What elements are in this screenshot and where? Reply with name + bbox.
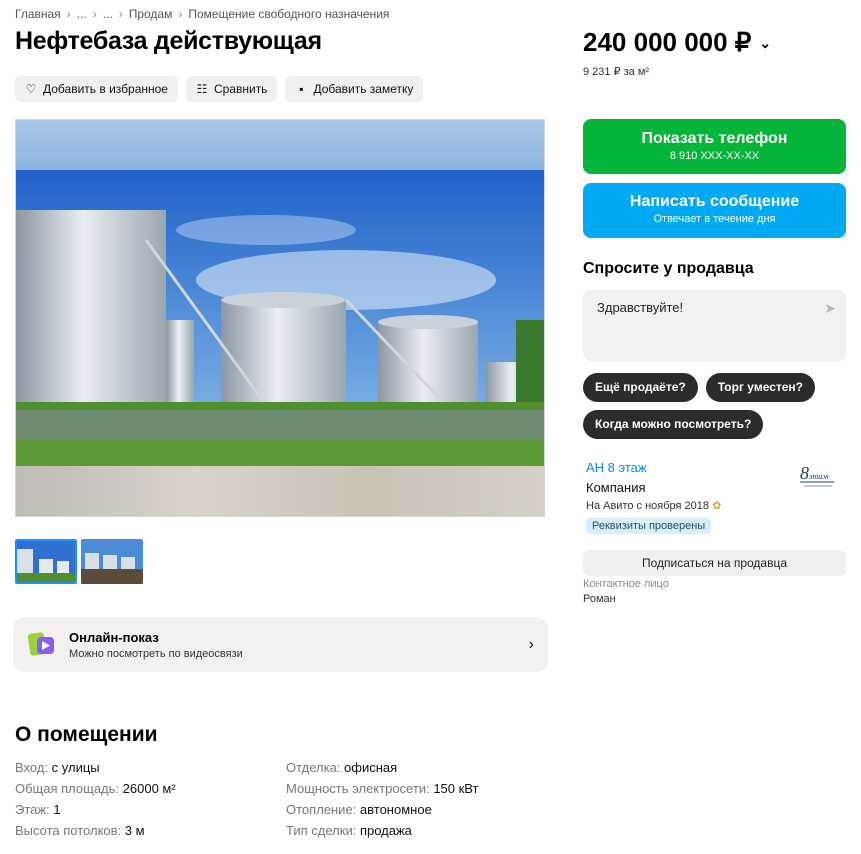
- breadcrumb-item[interactable]: Помещение свободного назначения: [188, 7, 389, 21]
- subscribe-seller-button[interactable]: Подписаться на продавца: [583, 550, 846, 576]
- photo-bottom-band: [16, 466, 544, 516]
- message-input[interactable]: Здравствуйте! ➤: [583, 290, 846, 361]
- property-item: Вход: с улицы: [15, 760, 286, 775]
- quick-question-chip[interactable]: Ещё продаёте?: [583, 373, 698, 402]
- breadcrumb-item[interactable]: Продам: [129, 7, 173, 21]
- property-key: Отопление:: [286, 802, 357, 817]
- message-text: Здравствуйте!: [597, 300, 684, 315]
- svg-text:этаж: этаж: [809, 472, 830, 481]
- seller-since-text: На Авито с ноября 2018: [586, 500, 710, 512]
- property-value: автономное: [359, 802, 432, 817]
- compare-button[interactable]: ☷ Сравнить: [185, 76, 278, 102]
- property-item: Общая площадь: 26000 м²: [15, 781, 286, 796]
- note-icon: ▪: [299, 82, 304, 96]
- property-value: с улицы: [51, 760, 100, 775]
- seller-logo[interactable]: 8 этаж: [798, 462, 838, 490]
- photo-top-band: [16, 120, 544, 170]
- property-key: Вход:: [15, 760, 49, 775]
- thumbnail[interactable]: [81, 539, 143, 584]
- show-phone-label: Показать телефон: [641, 130, 788, 147]
- property-item: Мощность электросети: 150 кВт: [286, 781, 555, 796]
- compare-label: Сравнить: [213, 82, 268, 96]
- video-call-icon: [27, 630, 57, 660]
- price[interactable]: 240 000 000 ₽ ⌄: [583, 27, 771, 58]
- breadcrumb-item[interactable]: ...: [103, 7, 113, 21]
- verified-badge: Реквизиты проверены: [586, 518, 712, 534]
- send-icon[interactable]: ➤: [824, 300, 836, 317]
- heart-icon: ♡: [25, 82, 37, 96]
- write-message-label: Написать сообщение: [629, 193, 800, 210]
- property-value: 3 м: [124, 823, 145, 838]
- quick-question-chip[interactable]: Торг уместен?: [705, 373, 816, 402]
- property-item: Этаж: 1: [15, 802, 286, 817]
- property-value: продажа: [359, 823, 412, 838]
- online-viewing-card[interactable]: Онлайн-показ Можно посмотреть по видеосв…: [13, 617, 548, 672]
- thumbnail-image: [81, 539, 143, 584]
- property-list: Вход: с улицы Отделка: офисная Общая пло…: [15, 760, 555, 838]
- property-value: 1: [53, 802, 61, 817]
- property-key: Этаж:: [15, 802, 50, 817]
- price-value: 240 000 000 ₽: [583, 27, 752, 57]
- action-bar: ♡ Добавить в избранное ☷ Сравнить ▪ Доба…: [15, 76, 424, 102]
- property-value: офисная: [344, 760, 398, 775]
- property-value: 150 кВт: [433, 781, 479, 796]
- property-key: Высота потолков:: [15, 823, 122, 838]
- medal-icon: ✿: [712, 500, 722, 512]
- add-favorite-button[interactable]: ♡ Добавить в избранное: [15, 76, 178, 102]
- add-favorite-label: Добавить в избранное: [43, 82, 168, 96]
- oil-depot-photo: [16, 170, 544, 468]
- thumbnail[interactable]: [15, 539, 77, 584]
- svg-text:8: 8: [800, 463, 809, 483]
- property-key: Тип сделки:: [286, 823, 357, 838]
- breadcrumb: Главная › ... › ... › Продам › Помещение…: [15, 7, 389, 21]
- property-key: Отделка:: [286, 760, 341, 775]
- breadcrumb-separator-icon: ›: [178, 7, 183, 21]
- contact-name: Роман: [583, 593, 616, 605]
- quick-questions: Ещё продаёте? Торг уместен? Когда можно …: [583, 373, 846, 439]
- write-message-button[interactable]: Написать сообщение Отвечает в течение дн…: [583, 183, 846, 238]
- about-title: О помещении: [15, 723, 158, 746]
- property-item: Отделка: офисная: [286, 760, 555, 775]
- property-item: Отопление: автономное: [286, 802, 555, 817]
- online-viewing-text: Онлайн-показ Можно посмотреть по видеосв…: [69, 630, 243, 660]
- seller-since: На Авито с ноября 2018 ✿: [586, 499, 846, 512]
- breadcrumb-separator-icon: ›: [92, 7, 97, 21]
- property-key: Общая площадь:: [15, 781, 120, 796]
- breadcrumb-separator-icon: ›: [118, 7, 123, 21]
- compare-icon: ☷: [196, 82, 208, 96]
- add-note-button[interactable]: ▪ Добавить заметку: [285, 76, 424, 102]
- price-per-m2: 9 231 ₽ за м²: [583, 66, 650, 78]
- ask-seller-title: Спросите у продавца: [583, 260, 754, 277]
- breadcrumb-separator-icon: ›: [66, 7, 71, 21]
- phone-mask: 8 910 XXX-XX-XX: [669, 150, 760, 162]
- breadcrumb-home[interactable]: Главная: [15, 7, 61, 21]
- property-item: Высота потолков: 3 м: [15, 823, 286, 838]
- property-key: Мощность электросети:: [286, 781, 430, 796]
- quick-question-chip[interactable]: Когда можно посмотреть?: [583, 410, 764, 439]
- show-phone-button[interactable]: Показать телефон 8 910 XXX-XX-XX: [583, 119, 846, 174]
- main-photo[interactable]: [15, 119, 545, 517]
- chevron-right-icon: ›: [528, 635, 534, 653]
- thumbnail-image: [17, 541, 75, 582]
- online-viewing-title: Онлайн-показ: [69, 629, 159, 645]
- property-item: Тип сделки: продажа: [286, 823, 555, 838]
- online-viewing-subtitle: Можно посмотреть по видеосвязи: [69, 647, 243, 660]
- contact-label: Контактное лицо: [583, 578, 669, 590]
- breadcrumb-item[interactable]: ...: [77, 7, 87, 21]
- add-note-label: Добавить заметку: [313, 82, 414, 96]
- photo-thumbnails: [15, 539, 143, 584]
- reply-time: Отвечает в течение дня: [653, 213, 776, 225]
- page-title: Нефтебаза действующая: [15, 27, 322, 55]
- property-value: 26000 м²: [122, 781, 176, 796]
- chevron-down-icon[interactable]: ⌄: [759, 35, 771, 52]
